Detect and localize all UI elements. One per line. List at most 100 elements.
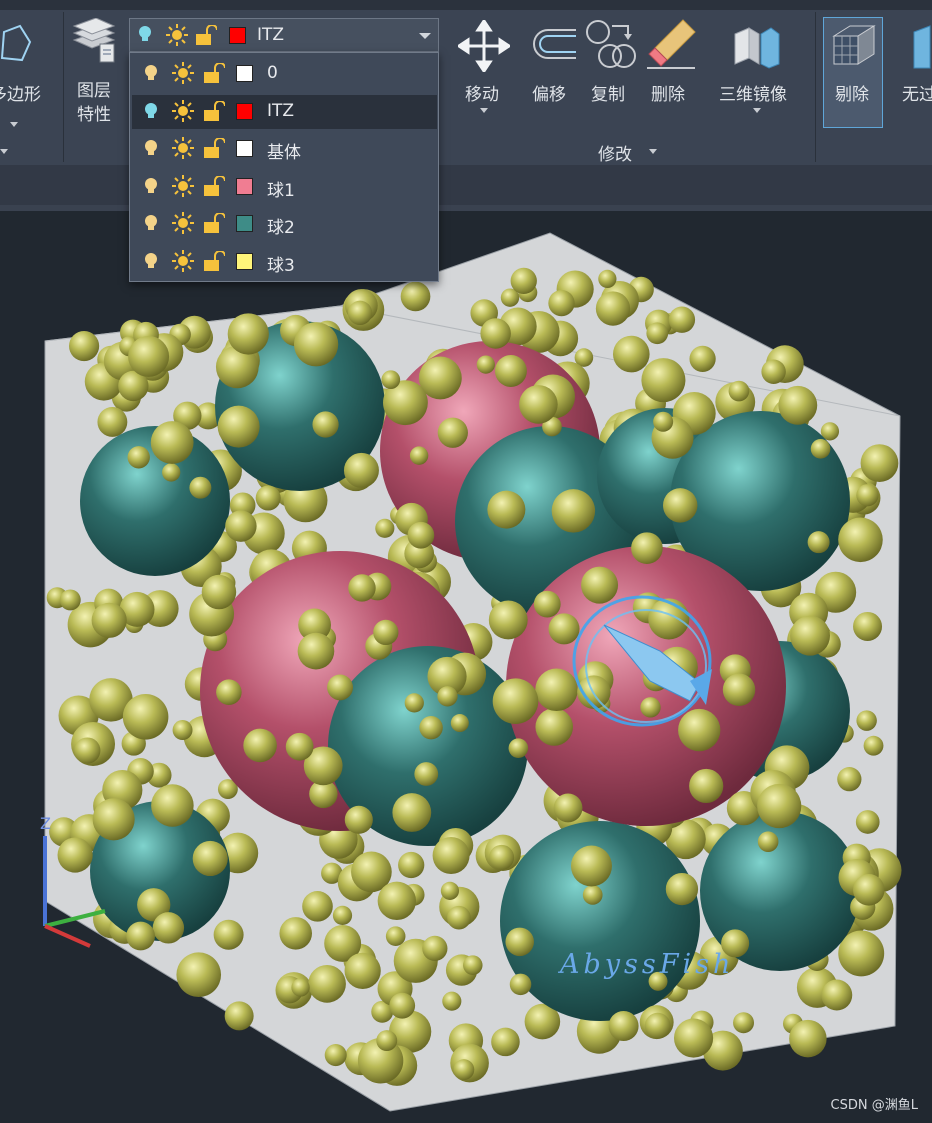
- layer-row[interactable]: 球1: [132, 170, 437, 204]
- unlock-icon: [196, 25, 217, 45]
- bulb-icon[interactable]: [144, 252, 158, 274]
- offset-icon: [533, 29, 576, 59]
- aggregate-sphere: [291, 978, 310, 997]
- aggregate-sphere: [855, 810, 880, 834]
- copy-icon: [586, 20, 636, 68]
- sun-icon: [166, 24, 188, 46]
- aggregate-sphere: [376, 1030, 398, 1052]
- bulb-on-icon[interactable]: [144, 102, 158, 124]
- unlock-icon[interactable]: [203, 137, 226, 162]
- aggregate-sphere: [404, 693, 424, 713]
- aggregate-sphere: [127, 446, 150, 469]
- aggregate-sphere: [673, 1018, 714, 1058]
- mirror3d-button[interactable]: 三维镜像: [715, 18, 799, 118]
- aggregate-sphere: [432, 837, 470, 874]
- polygon-dropdown-caret[interactable]: [10, 122, 18, 127]
- layer-color-swatch[interactable]: [236, 215, 253, 232]
- aggregate-sphere: [821, 979, 853, 1011]
- drawing-viewport[interactable]: Z AbyssFish CSDN @渊鱼L: [0, 211, 932, 1123]
- sun-icon[interactable]: [172, 174, 194, 201]
- mirror3d-dropdown-caret[interactable]: [753, 108, 761, 113]
- aggregate-sphere: [225, 510, 257, 542]
- aggregate-sphere: [92, 798, 135, 841]
- modify-panel-label[interactable]: 修改: [598, 140, 632, 165]
- aggregate-sphere: [505, 927, 534, 957]
- unlock-icon[interactable]: [203, 174, 226, 200]
- credit-text: CSDN @渊鱼L: [830, 1098, 918, 1113]
- layer-color-swatch[interactable]: [236, 65, 253, 82]
- sun-icon[interactable]: [172, 99, 194, 126]
- aggregate-sphere: [790, 615, 830, 656]
- copy-button[interactable]: 复制: [584, 18, 640, 108]
- aggregate-sphere: [548, 289, 575, 317]
- bulb-icon[interactable]: [144, 177, 158, 199]
- aggregate-sphere: [375, 518, 395, 538]
- aggregate-sphere: [722, 673, 756, 706]
- draw-panel-caret[interactable]: [0, 149, 8, 154]
- aggregate-sphere: [255, 485, 281, 511]
- layer-row[interactable]: 球2: [132, 207, 437, 241]
- aggregate-sphere: [59, 589, 81, 611]
- sun-icon[interactable]: [172, 62, 194, 88]
- aggregate-sphere: [641, 358, 686, 403]
- aggregate-sphere: [192, 840, 228, 877]
- aggregate-sphere: [631, 532, 663, 564]
- ribbon-top-strip: [0, 0, 932, 10]
- aggregate-sphere: [216, 679, 242, 705]
- watermark-text: AbyssFish: [560, 949, 735, 980]
- unlock-icon[interactable]: [203, 99, 226, 125]
- aggregate-sphere: [332, 905, 353, 926]
- layer-color-swatch[interactable]: [236, 102, 253, 120]
- aggregate-sphere: [582, 885, 603, 905]
- aggregate-sphere: [519, 385, 558, 424]
- unlock-icon[interactable]: [203, 212, 226, 237]
- remove-button[interactable]: 剔除: [823, 17, 883, 128]
- aggregate-sphere: [757, 831, 779, 853]
- aggregate-sphere: [150, 421, 194, 464]
- modify-panel-caret[interactable]: [649, 149, 657, 154]
- erase-button[interactable]: 删除: [645, 18, 701, 108]
- aggregate-sphere: [385, 926, 406, 946]
- layer-properties-button[interactable]: 图层 特性: [68, 18, 124, 128]
- bulb-icon[interactable]: [144, 64, 158, 86]
- layer-row[interactable]: 0: [132, 57, 437, 91]
- layer-color-swatch[interactable]: [236, 177, 253, 195]
- layer-combo-box[interactable]: ITZ: [129, 18, 439, 52]
- bulb-icon[interactable]: [144, 214, 158, 236]
- aggregate-sphere: [509, 973, 532, 996]
- layer-name: 球1: [267, 180, 295, 201]
- layer-color-swatch[interactable]: [236, 140, 253, 157]
- move-button[interactable]: 移动: [455, 18, 515, 118]
- move-label: 移动: [465, 85, 499, 105]
- aggregate-sphere: [491, 1027, 520, 1057]
- move-dropdown-caret[interactable]: [480, 108, 488, 113]
- aggregate-sphere: [535, 668, 578, 712]
- offset-label: 偏移: [532, 85, 566, 105]
- layer-row[interactable]: 基体: [132, 132, 437, 166]
- remove-label: 剔除: [835, 85, 869, 105]
- aggregate-sphere: [598, 269, 617, 289]
- noclip-label: 无过: [902, 85, 932, 105]
- aggregate-sphere: [381, 370, 401, 390]
- aggregate-sphere: [678, 708, 721, 752]
- layer-row[interactable]: 球3: [132, 245, 437, 279]
- unlock-icon[interactable]: [203, 62, 226, 87]
- sun-icon[interactable]: [172, 137, 194, 163]
- unlock-icon[interactable]: [203, 249, 226, 275]
- offset-button[interactable]: 偏移: [524, 18, 580, 108]
- sun-icon[interactable]: [172, 249, 194, 276]
- aggregate-sphere: [324, 1044, 347, 1067]
- sun-icon[interactable]: [172, 212, 194, 238]
- aggregate-sphere: [640, 697, 661, 718]
- aggregate-sphere: [293, 322, 339, 367]
- chevron-down-icon[interactable]: [418, 31, 432, 41]
- aggregate-sphere: [312, 411, 339, 438]
- bulb-icon[interactable]: [144, 139, 158, 161]
- aggregate-sphere: [595, 291, 631, 326]
- aggregate-sphere: [494, 354, 527, 387]
- layer-row[interactable]: ITZ: [132, 94, 437, 129]
- polygon-tool[interactable]: 多边形: [0, 18, 60, 148]
- layer-color-swatch[interactable]: [236, 252, 253, 270]
- noclip-button[interactable]: 无过: [898, 18, 932, 118]
- aggregate-sphere: [450, 714, 469, 733]
